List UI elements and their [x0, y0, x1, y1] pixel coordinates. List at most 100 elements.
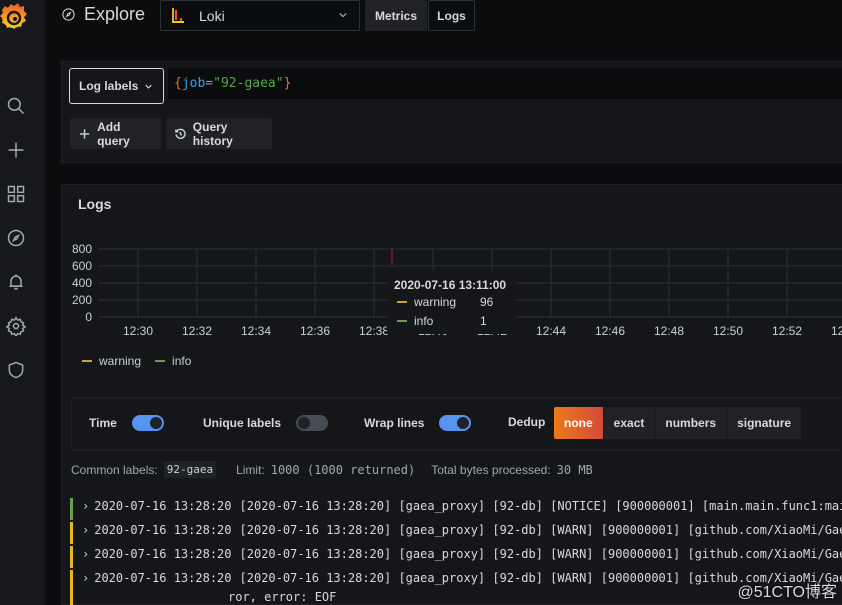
watermark: @51CTO博客	[737, 584, 837, 601]
dedup-signature-button[interactable]: signature	[727, 407, 802, 439]
log-timestamp: 2020-07-16 13:28:20	[94, 523, 232, 537]
toggle-knob	[149, 417, 162, 429]
log-row[interactable]: › 2020-07-16 13:28:20 [2020-07-16 13:28:20…	[70, 521, 842, 545]
x-tick-label: 12:30	[123, 324, 153, 338]
log-labels-button[interactable]: Log labels	[69, 68, 164, 104]
log-row[interactable]: › 2020-07-16 13:28:20 [2020-07-16 13:28:20…	[70, 569, 842, 605]
log-level-indicator	[70, 570, 73, 605]
page-title-text: Explore	[84, 4, 146, 24]
wrap-lines-label: Wrap lines	[364, 416, 425, 430]
common-labels-label: Common labels:	[71, 462, 158, 477]
sidebar-item-search[interactable]	[4, 94, 28, 118]
time-toggle[interactable]	[131, 415, 164, 431]
graph-legend: warning info	[82, 354, 191, 368]
sidebar-item-configuration[interactable]	[4, 314, 28, 338]
sidebar-item-explore[interactable]	[4, 226, 28, 250]
legend-swatch	[397, 319, 407, 322]
logs-options-bar: Time Unique labels Wrap lines Dedup none…	[71, 397, 842, 451]
loki-logo-icon	[172, 7, 184, 23]
y-tick-label: 600	[72, 259, 92, 273]
query-brace-open: {	[174, 76, 182, 91]
limit-label: Limit:	[236, 462, 265, 477]
y-tick-label: 800	[72, 242, 92, 256]
logs-panel: Logs 0 200 400 600 800 12:30 12:32 12:34 12:36 12…	[61, 184, 842, 605]
wrap-lines-toggle[interactable]	[439, 415, 472, 431]
sidebar-item-server-admin[interactable]	[4, 358, 28, 382]
log-timestamp: 2020-07-16 13:28:20	[94, 571, 232, 585]
unique-labels-label: Unique labels	[203, 416, 282, 430]
add-query-button[interactable]: Add query	[70, 118, 161, 149]
compass-icon	[62, 8, 75, 21]
query-history-label: Query history	[192, 119, 233, 148]
log-message: [2020-07-16 13:28:20] [gaea_proxy] [92-d…	[239, 547, 842, 561]
query-history-button[interactable]: Query history	[166, 118, 272, 149]
plus-icon	[8, 142, 24, 158]
x-tick-label: 12:48	[654, 324, 684, 338]
grafana-logo-icon[interactable]	[0, 2, 30, 32]
toggle-knob	[298, 417, 311, 429]
bytes-processed-label: Total bytes processed:	[431, 462, 551, 477]
log-message-continuation: ror, error: EOF	[228, 590, 337, 604]
dedup-exact-button[interactable]: exact	[603, 407, 655, 439]
x-tick-label: 12:52	[772, 324, 802, 338]
log-message: [2020-07-16 13:28:20] [gaea_proxy] [92-d…	[239, 499, 842, 513]
query-row: Log labels {job = "92-gaea"} Add query Que…	[61, 61, 842, 163]
expand-chevron-icon[interactable]: ›	[82, 571, 89, 585]
dedup-none-button[interactable]: none	[554, 407, 603, 439]
legend-swatch	[397, 300, 407, 303]
tooltip-row-warning: warning 96	[394, 292, 508, 311]
tooltip-series-name: warning	[414, 294, 457, 309]
log-row[interactable]: › 2020-07-16 13:28:20 [2020-07-16 13:28:20…	[70, 545, 842, 569]
mode-logs-button[interactable]: Logs	[428, 0, 475, 31]
unique-labels-toggle[interactable]	[296, 415, 329, 431]
log-timestamp: 2020-07-16 13:28:20	[94, 499, 232, 513]
apps-grid-icon	[7, 185, 25, 203]
legend-swatch	[155, 360, 166, 362]
datasource-name: Loki	[199, 7, 225, 24]
legend-item-warning[interactable]: warning	[82, 354, 141, 368]
bytes-processed-value: 30 MB	[556, 462, 593, 477]
y-tick-label: 200	[72, 293, 92, 307]
tooltip-row-info: info 1	[394, 311, 508, 330]
logs-panel-title: Logs	[78, 196, 112, 212]
log-level-indicator	[70, 498, 73, 520]
dedup-numbers-button[interactable]: numbers	[655, 407, 727, 439]
common-labels-value: 92-gaea	[163, 461, 217, 478]
graph-tooltip: 2020-07-16 13:11:00 warning 96 info 1	[387, 270, 515, 334]
query-brace-close: }	[283, 76, 292, 91]
time-label: Time	[89, 416, 117, 430]
expand-chevron-icon[interactable]: ›	[82, 547, 89, 561]
log-timestamp: 2020-07-16 13:28:20	[94, 547, 232, 561]
dedup-radio-group: none exact numbers signature	[554, 407, 802, 439]
x-tick-label: 12:38	[359, 324, 389, 338]
query-operator: =	[205, 76, 214, 91]
x-tick-label: 12:50	[713, 324, 743, 338]
history-icon	[175, 128, 186, 139]
log-level-indicator	[70, 522, 73, 544]
expand-chevron-icon[interactable]: ›	[82, 499, 89, 513]
y-tick-label: 400	[72, 276, 92, 290]
legend-item-info[interactable]: info	[155, 354, 191, 368]
wrap-lines-option: Wrap lines	[364, 415, 472, 431]
search-icon	[7, 97, 25, 115]
plus-icon	[79, 128, 90, 139]
sidebar-item-dashboards[interactable]	[4, 182, 28, 206]
mode-metrics-button[interactable]: Metrics	[365, 0, 427, 31]
sidebar-item-create[interactable]	[4, 138, 28, 162]
tooltip-series-value: 96	[480, 294, 494, 309]
expand-chevron-icon[interactable]: ›	[82, 523, 89, 537]
tooltip-time: 2020-07-16 13:11:00	[394, 278, 507, 292]
sidebar-item-alerting[interactable]	[4, 270, 28, 294]
query-input[interactable]: {job = "92-gaea"}	[168, 68, 842, 99]
log-row[interactable]: › 2020-07-16 13:28:20 [2020-07-16 13:28:20…	[70, 497, 842, 521]
x-tick-label: 12:34	[241, 324, 271, 338]
logs-meta: Common labels: 92-gaea Limit: 1000 (1000…	[71, 461, 609, 478]
chevron-down-icon	[145, 84, 153, 89]
bell-icon	[9, 274, 23, 290]
y-tick-label: 0	[85, 310, 92, 324]
tooltip-series-name: info	[414, 313, 434, 328]
tooltip-series-value: 1	[480, 313, 487, 328]
legend-label: info	[172, 354, 192, 368]
datasource-picker[interactable]: Loki	[160, 0, 360, 31]
log-labels-label: Log labels	[79, 79, 139, 93]
